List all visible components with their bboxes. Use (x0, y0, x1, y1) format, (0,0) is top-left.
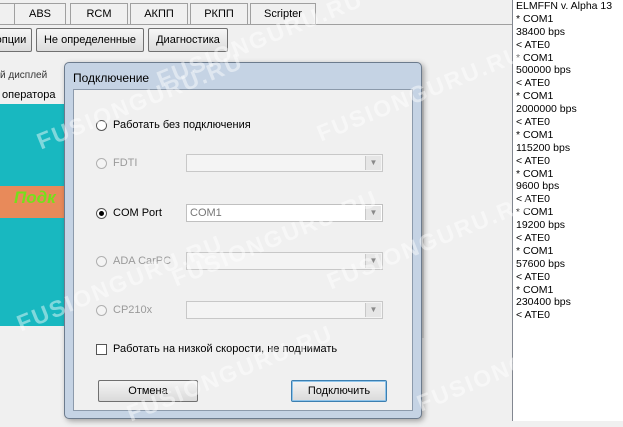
log-line: 19200 bps (516, 219, 566, 232)
low-speed-label: Работать на низкой скорости, не поднимат… (113, 343, 338, 355)
chevron-down-icon: ▼ (365, 156, 381, 170)
dialog-title: Подключение (73, 71, 150, 85)
log-line: 115200 bps (516, 141, 571, 154)
radio-offline[interactable]: Работать без подключения (96, 116, 251, 134)
radio-cp210x-circle (96, 304, 107, 316)
log-line: 9600 bps (516, 180, 560, 193)
log-line: ELMFFN v. Alpha 13 (516, 0, 613, 12)
radio-offline-circle[interactable] (96, 119, 107, 131)
radio-cp210x: CP210x (96, 301, 152, 319)
radio-ada-carpc-label: ADA CarPC (113, 255, 172, 267)
display-label: й дисплей (0, 70, 48, 81)
cancel-button[interactable]: Отмена (98, 380, 198, 402)
log-line: 38400 bps (516, 25, 566, 38)
log-line: * COM1 (516, 90, 554, 103)
radio-cp210x-label: CP210x (113, 304, 153, 316)
connect-banner-text: Подк (14, 188, 56, 207)
log-line: 2000000 bps (516, 103, 577, 116)
radio-com-port-label: COM Port (113, 207, 162, 219)
log-line: < ATE0 (516, 77, 550, 90)
log-line: 500000 bps (516, 64, 571, 77)
diagnostics-button[interactable]: Диагностика (148, 28, 228, 52)
log-line: * COM1 (516, 206, 554, 219)
undefined-button[interactable]: Не определенные (36, 28, 144, 52)
log-line: < ATE0 (516, 270, 550, 283)
connection-dialog: Подключение Работать без подключения FDT… (64, 62, 422, 419)
tab-rcm[interactable]: RCM (70, 3, 128, 24)
cp210x-combo: ▼ (186, 301, 383, 319)
radio-ada-carpc: ADA CarPC (96, 252, 171, 270)
log-line: < ATE0 (516, 154, 550, 167)
log-line: * COM1 (516, 12, 554, 25)
log-line: * COM1 (516, 51, 554, 64)
chevron-down-icon: ▼ (365, 303, 381, 317)
radio-offline-label: Работать без подключения (113, 119, 251, 131)
fdti-combo: ▼ (186, 154, 383, 172)
radio-ada-carpc-circle (96, 255, 107, 267)
log-line: < ATE0 (516, 309, 550, 322)
tab-scripter[interactable]: Scripter (250, 3, 316, 24)
low-speed-option[interactable]: Работать на низкой скорости, не поднимат… (96, 343, 337, 355)
connect-button[interactable]: Подключить (291, 380, 387, 402)
log-line: 57600 bps (516, 257, 566, 270)
tab-rkpp[interactable]: РКПП (190, 3, 248, 24)
log-line: < ATE0 (516, 193, 550, 206)
log-line: 230400 bps (516, 296, 571, 309)
chevron-down-icon[interactable]: ▼ (365, 206, 381, 220)
connect-banner: Подк (0, 186, 64, 218)
log-line: * COM1 (516, 167, 554, 180)
tab-abs[interactable]: ABS (14, 3, 66, 24)
radio-fdti-label: FDTI (113, 157, 138, 169)
log-line: * COM1 (516, 283, 554, 296)
log-line: < ATE0 (516, 232, 550, 245)
log-line: * COM1 (516, 244, 554, 257)
com-port-combo[interactable]: COM1 ▼ (186, 204, 383, 222)
radio-com-port-circle[interactable] (96, 207, 107, 219)
log-line: * COM1 (516, 128, 554, 141)
options-button[interactable]: опции (0, 28, 32, 52)
operator-label: оператора (0, 86, 66, 104)
tab-strip: ABS RCM АКПП РКПП Scripter (0, 0, 512, 25)
chevron-down-icon: ▼ (365, 254, 381, 268)
radio-fdti: FDTI (96, 154, 137, 172)
low-speed-checkbox[interactable] (96, 343, 107, 355)
log-line: < ATE0 (516, 38, 550, 51)
radio-com-port[interactable]: COM Port (96, 204, 162, 222)
tab-akpp[interactable]: АКПП (130, 3, 188, 24)
radio-fdti-circle (96, 157, 107, 169)
com-port-combo-value: COM1 (190, 207, 222, 219)
dialog-body: Работать без подключения FDTI ▼ COM Port… (73, 89, 413, 411)
log-panel[interactable]: ELMFFN v. Alpha 13 * COM1 38400 bps < ATE0 *… (512, 0, 623, 421)
log-line: < ATE0 (516, 116, 550, 129)
ada-carpc-combo: ▼ (186, 252, 383, 270)
